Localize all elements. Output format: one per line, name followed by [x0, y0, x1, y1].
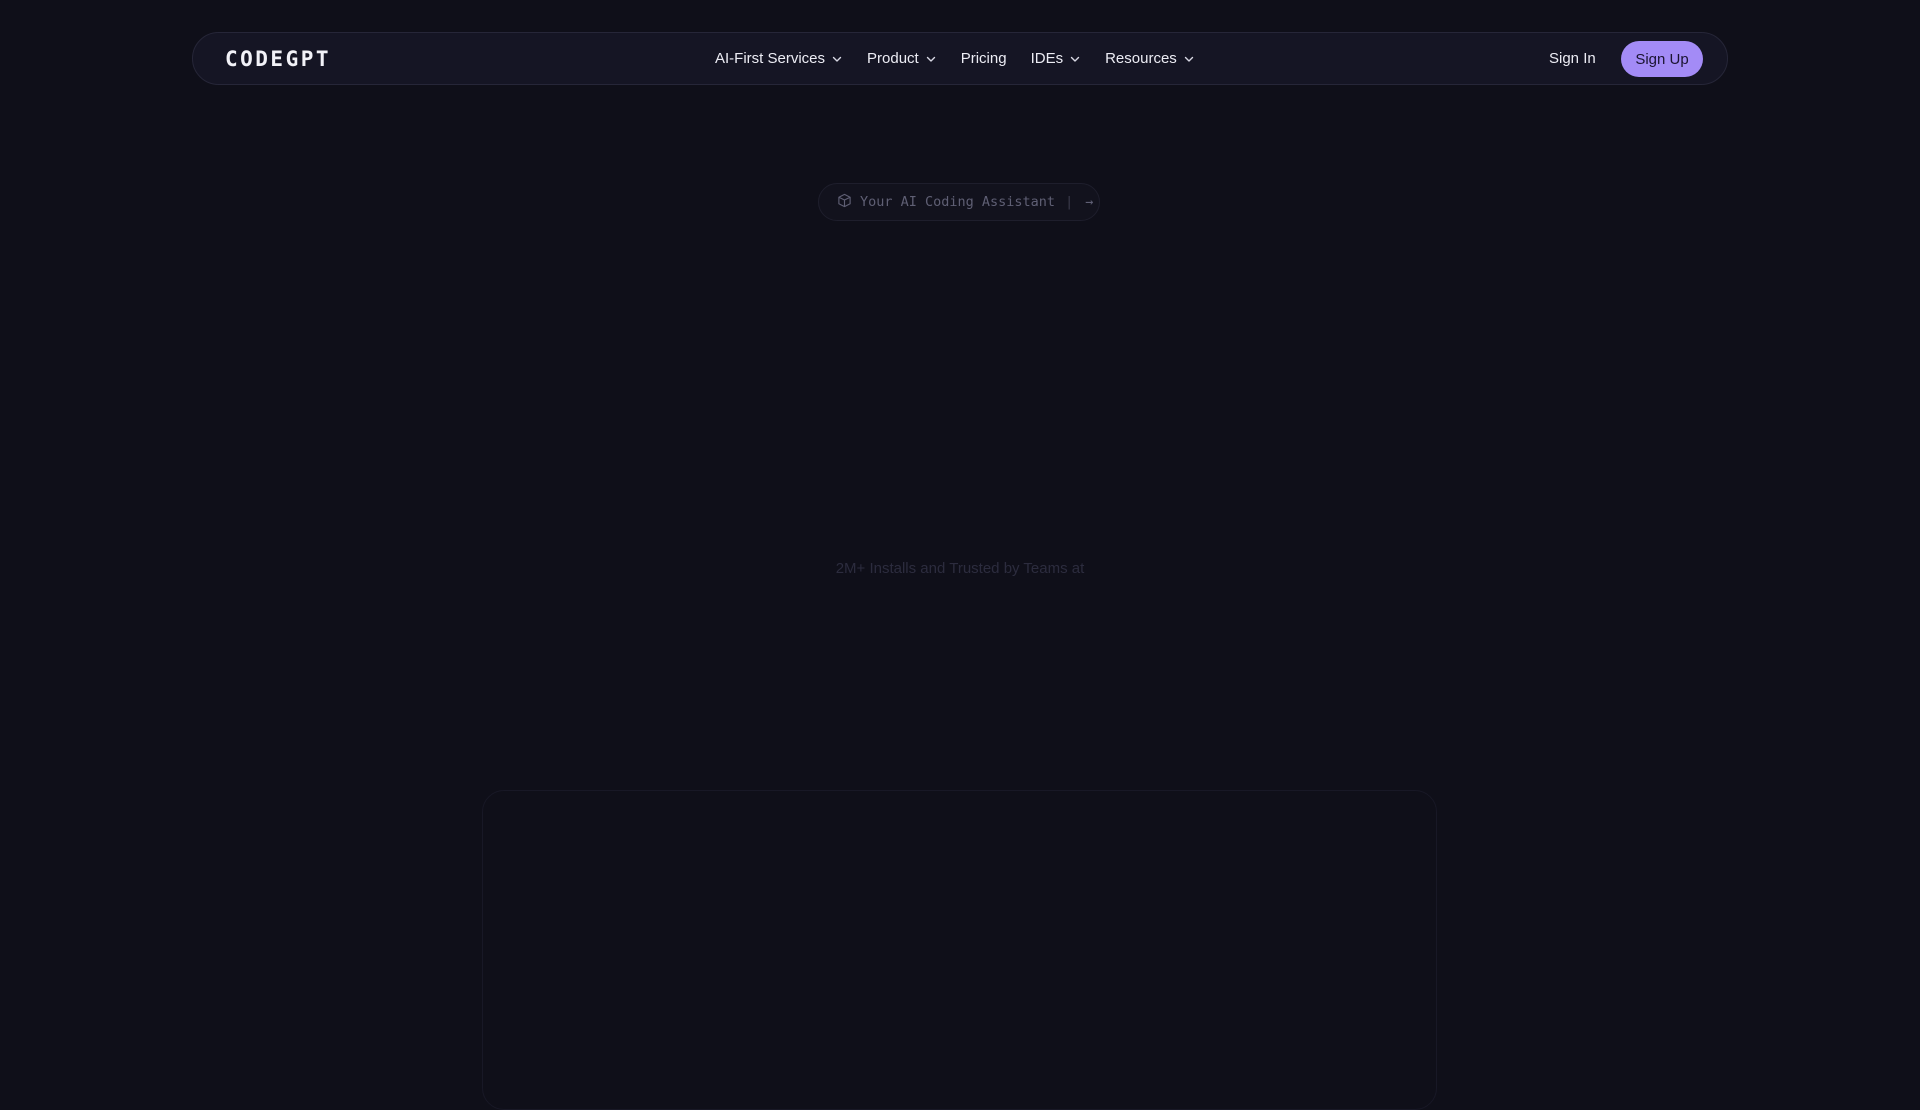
nav-item-resources[interactable]: Resources [1105, 50, 1195, 67]
main-nav: AI-First Services Product Pricing IDEs R… [715, 33, 1195, 84]
chevron-down-icon [925, 53, 937, 65]
chevron-down-icon [831, 53, 843, 65]
hero-badge-label: Your AI Coding Assistant [860, 194, 1056, 210]
logo[interactable]: CODEGPT [225, 33, 331, 84]
chevron-down-icon [1183, 53, 1195, 65]
nav-item-ai-first-services[interactable]: AI-First Services [715, 50, 843, 67]
nav-item-label: Resources [1105, 50, 1177, 67]
sign-in-link[interactable]: Sign In [1549, 33, 1596, 84]
nav-item-label: Product [867, 50, 919, 67]
preview-panel [482, 790, 1437, 1110]
navbar: CODEGPT AI-First Services Product Pricin… [192, 32, 1728, 85]
arrow-right-icon: → [1085, 194, 1094, 210]
nav-item-label: IDEs [1030, 50, 1064, 67]
nav-item-product[interactable]: Product [867, 50, 937, 67]
hero-badge[interactable]: Your AI Coding Assistant | → [818, 183, 1100, 221]
nav-item-pricing[interactable]: Pricing [961, 50, 1007, 67]
cube-icon [837, 193, 852, 212]
trusted-by-text: 2M+ Installs and Trusted by Teams at [835, 560, 1085, 577]
nav-item-label: Pricing [960, 50, 1007, 67]
chevron-down-icon [1069, 53, 1081, 65]
sign-up-button[interactable]: Sign Up [1621, 41, 1703, 77]
nav-item-ides[interactable]: IDEs [1031, 50, 1082, 67]
badge-separator: | [1065, 194, 1074, 210]
nav-item-label: AI-First Services [715, 50, 826, 67]
